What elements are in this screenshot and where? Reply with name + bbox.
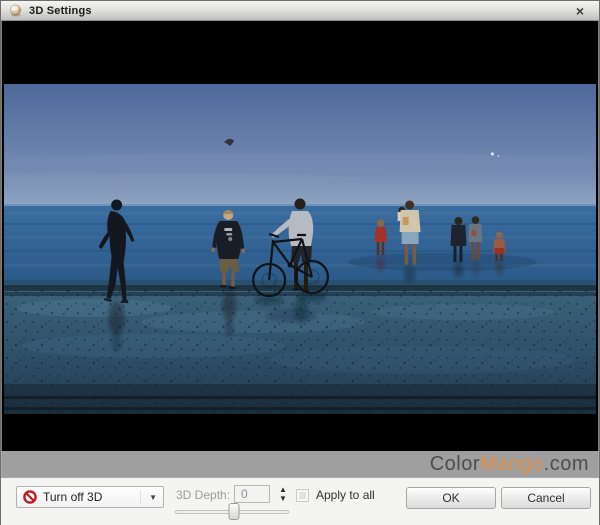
spin-up-icon[interactable]: ▲ bbox=[279, 485, 287, 494]
app-icon bbox=[9, 4, 22, 17]
apply-to-all-group: Apply to all bbox=[296, 488, 375, 502]
3d-mode-dropdown[interactable]: Turn off 3D ▼ bbox=[16, 486, 164, 508]
titlebar: 3D Settings × bbox=[1, 1, 599, 21]
spin-down-icon[interactable]: ▼ bbox=[279, 494, 287, 503]
3d-depth-slider[interactable] bbox=[175, 504, 289, 520]
3d-depth-label: 3D Depth: bbox=[176, 488, 230, 502]
chevron-down-icon: ▼ bbox=[140, 490, 157, 504]
ok-button[interactable]: OK bbox=[406, 487, 496, 509]
watermark-color: Color bbox=[430, 453, 480, 476]
beach-photo bbox=[4, 84, 596, 414]
beach-photo-illustration bbox=[4, 84, 596, 414]
bottom-toolbar: Turn off 3D ▼ 3D Depth: 0 ▲ ▼ Apply to a… bbox=[1, 477, 599, 525]
apply-to-all-label: Apply to all bbox=[316, 488, 375, 502]
3d-settings-dialog: 3D Settings × bbox=[0, 0, 600, 525]
turn-off-3d-icon bbox=[23, 490, 37, 504]
cancel-button[interactable]: Cancel bbox=[501, 487, 591, 509]
watermark-com: .com bbox=[544, 453, 589, 476]
3d-mode-selected-value: Turn off 3D bbox=[43, 490, 102, 504]
3d-depth-value: 0 bbox=[235, 487, 248, 501]
slider-thumb[interactable] bbox=[229, 503, 240, 520]
apply-to-all-checkbox[interactable] bbox=[296, 489, 309, 502]
window-title: 3D Settings bbox=[29, 5, 92, 17]
video-preview-area: ColorMango.com bbox=[1, 21, 599, 477]
close-icon[interactable]: × bbox=[573, 2, 587, 20]
watermark-mango: Mango bbox=[480, 453, 544, 476]
letterbox-top bbox=[4, 21, 596, 84]
3d-depth-spin-buttons: ▲ ▼ bbox=[276, 483, 290, 504]
watermark: ColorMango.com bbox=[1, 451, 599, 477]
3d-depth-spinner[interactable]: 0 bbox=[234, 485, 270, 503]
